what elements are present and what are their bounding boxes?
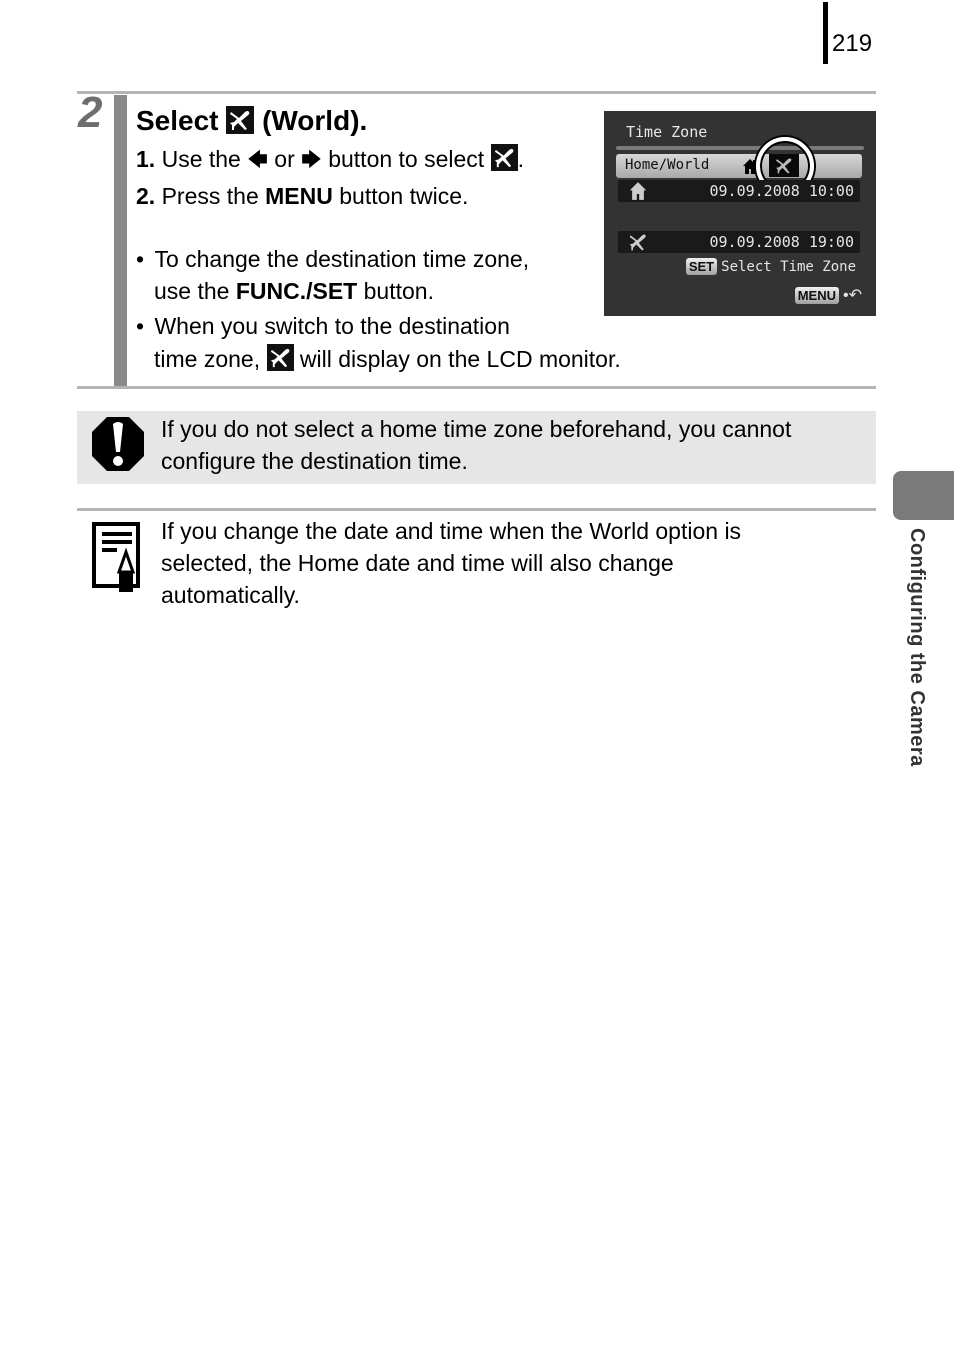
set-chip: SET: [685, 258, 718, 275]
right-arrow-icon: 🡆: [301, 149, 322, 171]
step-title-prefix: Select: [136, 105, 219, 136]
note-icon: [92, 522, 144, 597]
bullet-2-line-2: time zone, will display on the LCD monit…: [154, 344, 621, 373]
instruction-number: 2.: [136, 183, 156, 209]
instruction-text: Use the: [161, 146, 241, 172]
lcd-divider: [616, 146, 864, 150]
page-number: 219: [832, 30, 873, 57]
back-icon: •↶: [842, 287, 862, 304]
note-line-3: automatically.: [161, 582, 300, 608]
home-datetime: 09.09.2008 10:00: [709, 182, 855, 200]
instruction-text: .: [517, 146, 524, 172]
instruction-text: Press the: [161, 183, 259, 209]
bullet-1-line-1: • To change the destination time zone,: [136, 245, 529, 273]
home-icon: [628, 181, 648, 206]
bullet-text: To change the destination time zone,: [154, 246, 530, 272]
lcd-set-hint: SET Select Time Zone: [685, 258, 856, 275]
instruction-text: button to select: [328, 146, 485, 172]
bullet: •: [136, 246, 145, 272]
instruction-number: 1.: [136, 146, 156, 172]
instruction-2: 2. Press the MENU button twice.: [136, 182, 468, 210]
lcd-title: Time Zone: [626, 123, 708, 141]
bullet-1-line-2: use the FUNC./SET button.: [154, 277, 434, 305]
bullet-2-line-1: • When you switch to the destination: [136, 312, 510, 340]
instruction-1: 1. Use the 🡄 or 🡆 button to select .: [136, 144, 524, 174]
bullet-text: button.: [363, 278, 434, 304]
instruction-text: or: [274, 146, 295, 172]
world-datetime: 09.09.2008 19:00: [709, 233, 855, 251]
left-arrow-icon: 🡄: [247, 149, 268, 171]
lcd-world-datetime-row: 09.09.2008 19:00: [618, 231, 860, 253]
section-top-rule: [77, 91, 876, 94]
menu-chip: MENU: [794, 287, 839, 304]
chapter-label: Configuring the Camera: [906, 528, 928, 767]
note-line-2: selected, the Home date and time will al…: [161, 550, 674, 576]
lcd-screenshot: Time Zone Home/World 09.09.2008 10:00 09…: [604, 111, 876, 316]
lcd-home-datetime-row: 09.09.2008 10:00: [618, 180, 860, 202]
bullet-text: When you switch to the destination: [154, 313, 510, 339]
bullet-text: use the: [154, 278, 230, 304]
lcd-home-world-row: Home/World: [616, 154, 862, 178]
note-top-rule: [77, 508, 876, 511]
caution-line-1: If you do not select a home time zone be…: [161, 416, 792, 442]
page-number-bar: [823, 2, 828, 64]
section-bottom-rule: [77, 386, 876, 389]
caution-icon: [91, 416, 145, 477]
menu-button-label: MENU: [265, 183, 333, 209]
func-set-label: FUNC./SET: [235, 278, 358, 304]
bullet-text: time zone,: [154, 346, 261, 372]
world-airplane-icon: [266, 344, 294, 371]
world-airplane-icon: [490, 144, 518, 171]
step-title-suffix: (World).: [262, 105, 368, 136]
lcd-home-world-label: Home/World: [625, 157, 710, 173]
bullet-text: will display on the LCD monitor.: [299, 346, 621, 372]
world-airplane-icon: [628, 232, 648, 257]
note-line-1: If you change the date and time when the…: [161, 518, 742, 544]
caution-line-2: configure the destination time.: [161, 448, 468, 474]
set-hint-text: Select Time Zone: [721, 259, 856, 275]
instruction-text: button twice.: [339, 183, 469, 209]
step-title: Select (World).: [136, 104, 367, 138]
chapter-tab: [893, 471, 954, 520]
lcd-menu-hint: MENU •↶: [794, 285, 862, 305]
world-airplane-icon: [226, 106, 255, 134]
bullet: •: [136, 313, 145, 339]
step-number: 2: [78, 88, 103, 137]
step-bar: [114, 95, 127, 386]
